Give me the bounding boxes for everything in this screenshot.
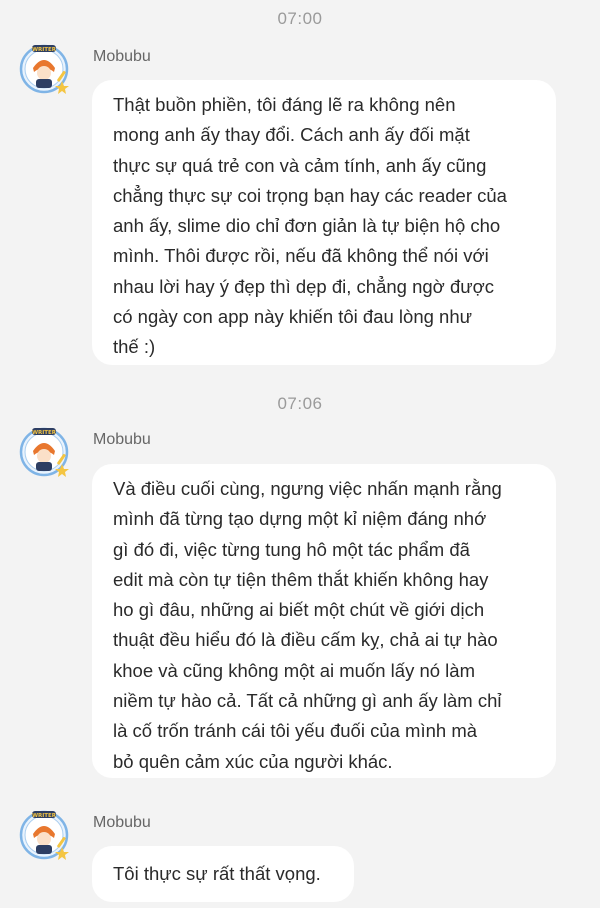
avatar[interactable]: WRITER (18, 425, 70, 477)
message-bubble: Thật buồn phiền, tôi đáng lẽ ra không nê… (92, 80, 556, 365)
timestamp: 07:06 (277, 394, 323, 413)
svg-text:WRITER: WRITER (32, 813, 57, 819)
sender-name: Mobubu (93, 48, 151, 65)
timestamp: 07:00 (277, 9, 323, 28)
sender-name: Mobubu (93, 431, 151, 448)
message-bubble: Tôi thực sự rất thất vọng. (92, 846, 354, 902)
avatar-icon: WRITER (19, 427, 69, 477)
avatar[interactable]: WRITER (18, 808, 70, 860)
svg-text:WRITER: WRITER (32, 47, 57, 53)
sender-name: Mobubu (93, 814, 151, 831)
message-bubble: Và điều cuối cùng, ngưng việc nhấn mạnh … (92, 464, 556, 778)
avatar[interactable]: WRITER (18, 42, 70, 94)
avatar-icon: WRITER (19, 810, 69, 860)
svg-text:WRITER: WRITER (32, 430, 57, 436)
avatar-icon: WRITER (19, 44, 69, 94)
